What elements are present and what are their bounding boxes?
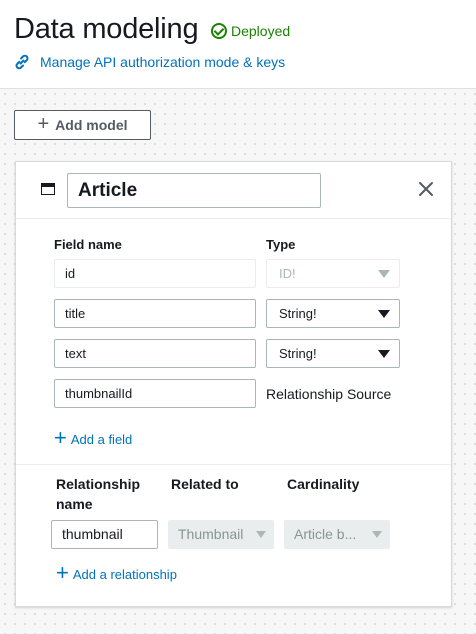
status-badge: Deployed (211, 23, 290, 39)
model-card: Article Field name Type id ID! title Str… (15, 161, 452, 607)
relationship-name-input[interactable]: thumbnail (51, 520, 158, 549)
link-icon (15, 54, 29, 70)
field-type-select-text[interactable]: String! (266, 339, 400, 368)
type-header: Type (266, 237, 296, 252)
cardinality-value: Article b... (294, 526, 357, 542)
manage-auth-link-label: Manage API authorization mode & keys (40, 54, 286, 70)
field-type-value: String! (279, 306, 317, 321)
close-icon[interactable] (418, 181, 434, 197)
caret-down-icon (378, 270, 390, 278)
model-card-header: Article (16, 162, 451, 219)
caret-down-icon (256, 531, 266, 538)
caret-down-icon (378, 350, 390, 358)
caret-down-icon (378, 310, 390, 318)
plus-icon: + (56, 560, 69, 585)
relationship-source-label: Relationship Source (266, 386, 392, 402)
field-type-select-title[interactable]: String! (266, 299, 400, 328)
add-relationship-link[interactable]: + Add a relationship (56, 560, 177, 585)
cardinality-header: Cardinality (287, 476, 360, 492)
add-model-button[interactable]: + Add model (14, 110, 151, 140)
cardinality-select: Article b... (284, 520, 390, 549)
status-text: Deployed (231, 23, 291, 39)
table-icon (41, 183, 55, 195)
field-name-input-thumbnailid[interactable]: thumbnailId (54, 379, 256, 408)
plus-icon: + (37, 113, 50, 135)
plus-icon: + (54, 425, 67, 450)
model-name-input[interactable]: Article (67, 173, 321, 208)
page-header: Data modeling Deployed Manage API author… (0, 0, 476, 88)
check-circle-icon (211, 23, 227, 39)
page-title: Data modeling (14, 13, 199, 45)
field-name-input-id[interactable]: id (54, 259, 256, 288)
related-to-select: Thumbnail (168, 520, 274, 549)
field-type-select-id[interactable]: ID! (266, 259, 400, 288)
add-field-label: Add a field (70, 432, 133, 447)
add-model-label: Add model (55, 117, 128, 133)
section-divider (16, 464, 451, 465)
relationship-name-header: Relationship name (56, 476, 141, 512)
field-type-value: String! (279, 346, 317, 361)
caret-down-icon (372, 531, 382, 538)
manage-auth-link[interactable]: Manage API authorization mode & keys (14, 54, 285, 70)
field-type-value: ID! (279, 266, 296, 281)
add-field-link[interactable]: + Add a field (54, 425, 133, 450)
field-name-header: Field name (54, 237, 122, 252)
field-name-input-title[interactable]: title (54, 299, 256, 328)
related-to-value: Thumbnail (178, 526, 244, 542)
related-to-header: Related to (171, 476, 239, 492)
field-name-input-text[interactable]: text (54, 339, 256, 368)
add-relationship-label: Add a relationship (72, 567, 177, 582)
